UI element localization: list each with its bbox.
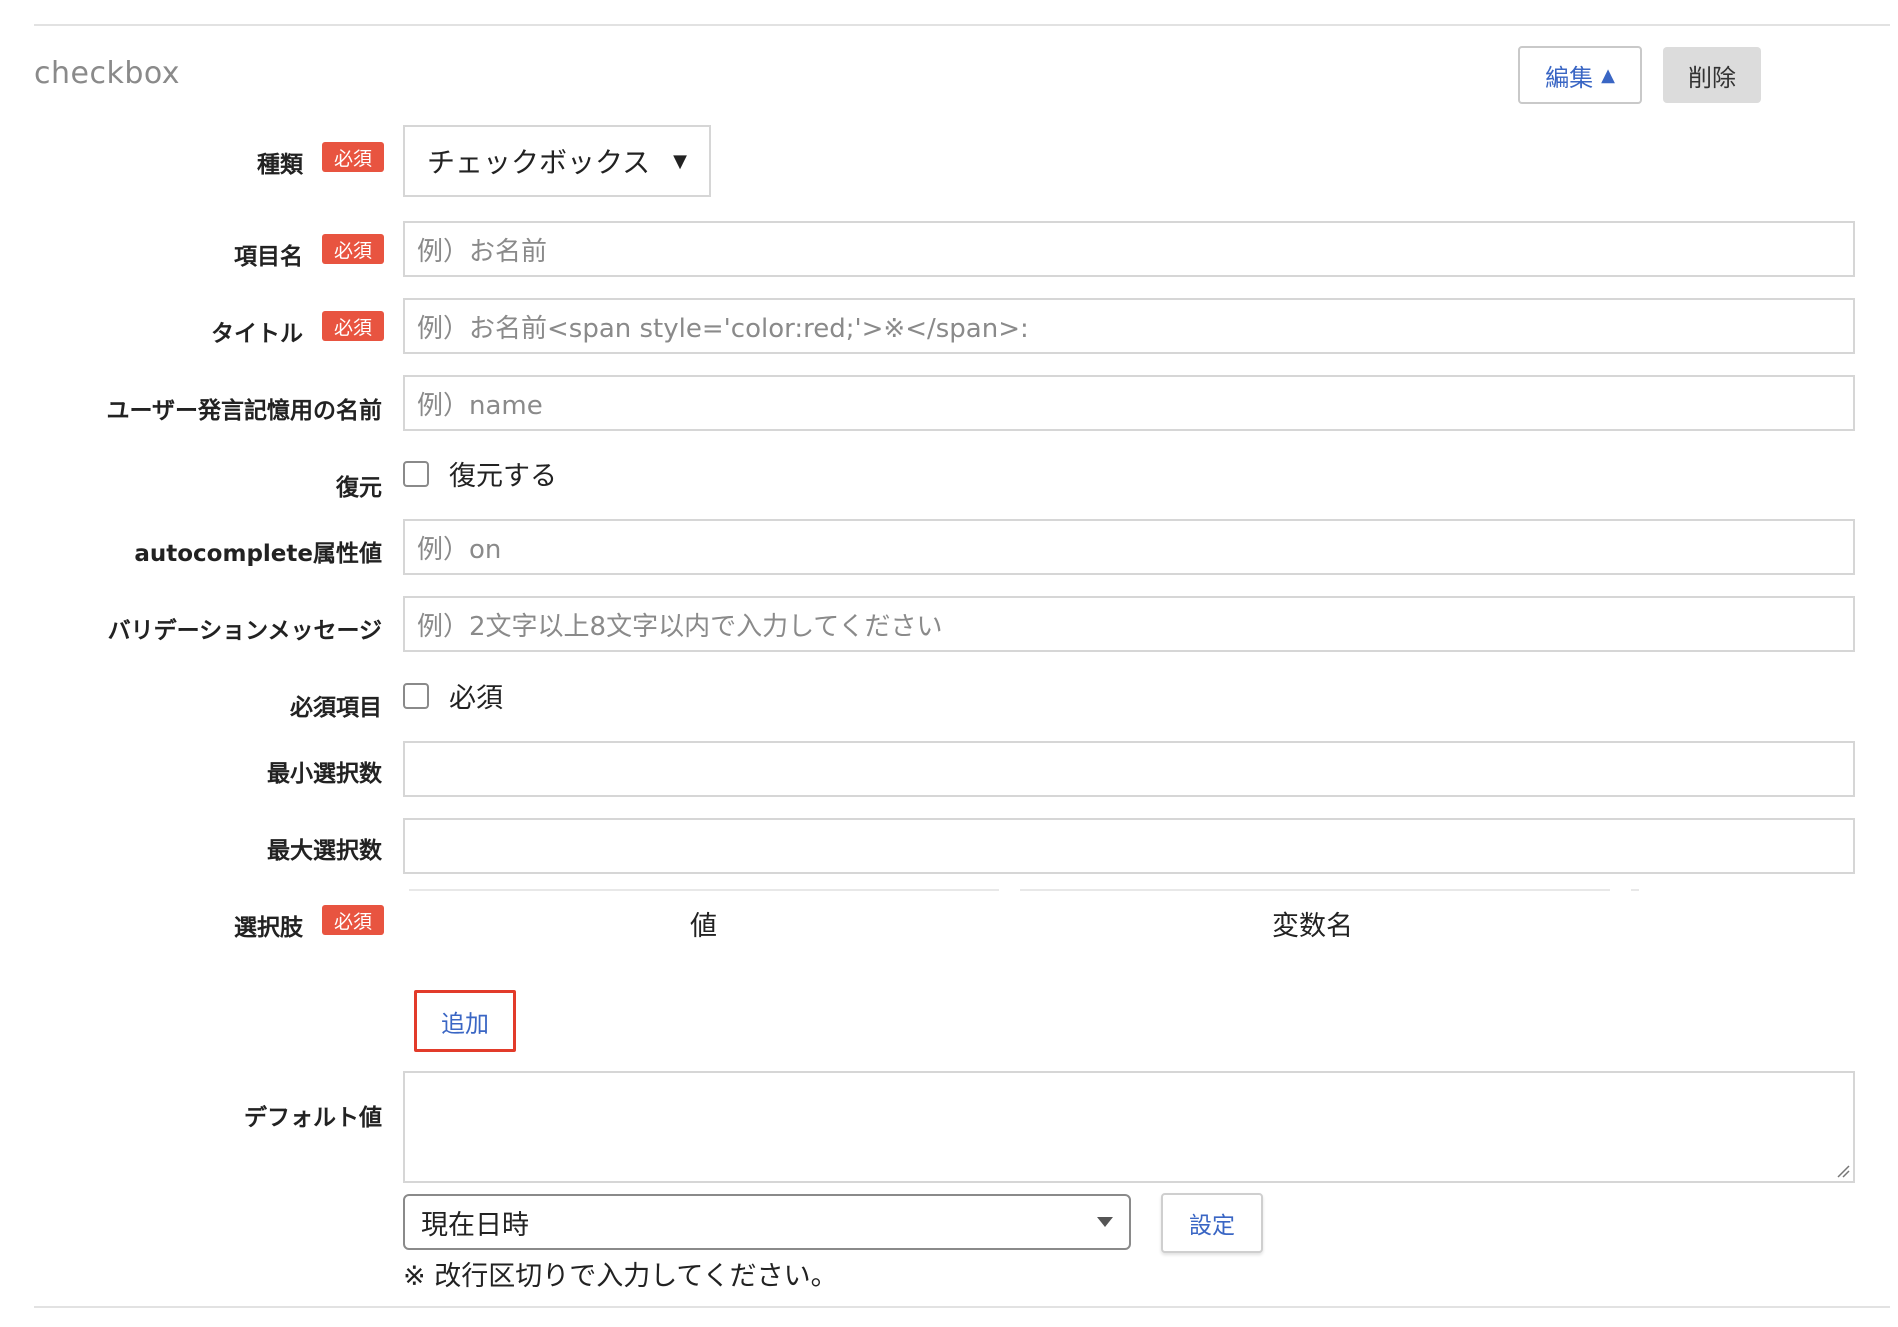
item-name-input[interactable]: 例）お名前: [403, 221, 1855, 277]
default-textarea[interactable]: [403, 1071, 1855, 1183]
top-divider: [34, 24, 1890, 26]
default-preset-value: 現在日時: [421, 1209, 529, 1241]
restore-checkbox[interactable]: [403, 460, 429, 487]
edit-button-label: 編集: [1545, 63, 1594, 92]
min-select-label: 最小選択数: [267, 761, 382, 787]
restore-checkbox-row: 復元する: [403, 454, 557, 493]
required-badge: 必須: [322, 234, 384, 264]
title-label: タイトル: [211, 321, 303, 347]
delete-button[interactable]: 削除: [1663, 47, 1761, 103]
min-select-input[interactable]: [403, 741, 1855, 797]
required-checkbox-row: 必須: [403, 676, 503, 715]
set-default-button[interactable]: 設定: [1161, 1193, 1263, 1253]
required-badge: 必須: [322, 142, 384, 172]
required-badge: 必須: [322, 905, 384, 935]
title-input[interactable]: 例）お名前<span style='color:red;'>※</span>:: [403, 298, 1855, 354]
section-title: checkbox: [34, 56, 181, 91]
restore-checkbox-label[interactable]: 復元する: [449, 454, 557, 493]
max-select-input[interactable]: [403, 818, 1855, 874]
validation-input[interactable]: 例）2文字以上8文字以内で入力してください: [403, 596, 1855, 652]
required-checkbox[interactable]: [403, 682, 429, 709]
add-option-button[interactable]: 追加: [414, 990, 516, 1052]
options-column-divider: [409, 889, 999, 891]
options-column-value: 値: [690, 911, 717, 942]
type-label: 種類: [257, 152, 303, 178]
dropdown-arrow-icon: ▼: [673, 150, 687, 172]
default-label: デフォルト値: [244, 1105, 382, 1131]
restore-label: 復元: [336, 475, 382, 501]
default-hint: ※ 改行区切りで入力してください。: [403, 1261, 838, 1292]
default-preset-select[interactable]: 現在日時: [403, 1194, 1131, 1250]
bottom-divider: [34, 1306, 1890, 1308]
type-select-value: チェックボックス: [427, 146, 651, 179]
validation-label: バリデーションメッセージ: [107, 618, 382, 644]
required-label: 必須項目: [290, 695, 382, 721]
memory-name-input[interactable]: 例）name: [403, 375, 1855, 431]
required-checkbox-label[interactable]: 必須: [449, 676, 503, 715]
options-column-divider: [1020, 889, 1610, 891]
autocomplete-input[interactable]: 例）on: [403, 519, 1855, 575]
options-column-varname: 変数名: [1272, 911, 1353, 942]
autocomplete-label: autocomplete属性値: [134, 541, 382, 567]
options-column-divider: [1631, 889, 1639, 891]
type-select[interactable]: チェックボックス ▼: [403, 125, 711, 197]
edit-button[interactable]: 編集 ▲: [1518, 46, 1642, 104]
max-select-label: 最大選択数: [267, 838, 382, 864]
item-name-label: 項目名: [234, 244, 303, 270]
options-label: 選択肢: [234, 915, 303, 941]
resize-grip-icon[interactable]: [1836, 1164, 1850, 1178]
memory-name-label: ユーザー発言記憶用の名前: [106, 398, 382, 424]
dropdown-arrow-icon: [1097, 1217, 1113, 1227]
required-badge: 必須: [322, 311, 384, 341]
caret-up-icon: ▲: [1601, 64, 1615, 86]
